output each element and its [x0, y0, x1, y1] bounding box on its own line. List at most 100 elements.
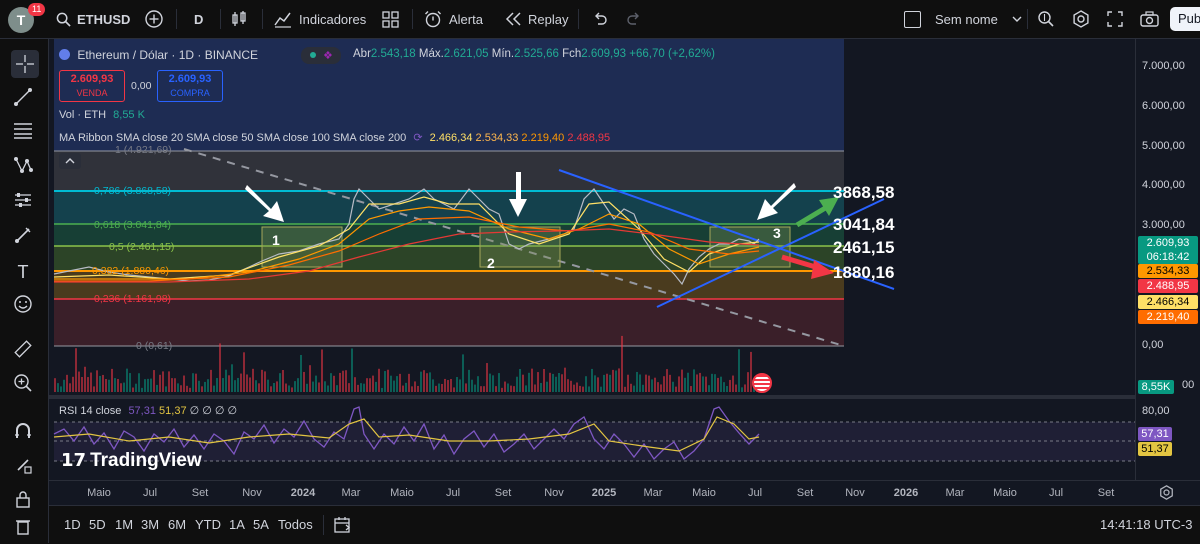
time-axis[interactable]: Maio Jul Set Nov 2024 Mar Maio Jul Set N… [49, 480, 1200, 505]
volume-bar [339, 372, 341, 392]
axis-settings-button[interactable] [1159, 485, 1174, 503]
volume-bar [672, 381, 674, 392]
volume-bar [387, 369, 389, 392]
symbol-search-button[interactable]: ETHUSD [56, 0, 130, 38]
time-label: Set [1097, 487, 1115, 499]
crosshair-icon[interactable] [11, 50, 39, 78]
lock-pencil-icon[interactable] [11, 455, 35, 479]
zone-label-1: 1 [272, 232, 280, 248]
range-1y-button[interactable]: 1A [229, 517, 245, 532]
volume-bar [366, 378, 368, 392]
volume-bar [537, 372, 539, 392]
volume-bar [633, 385, 635, 392]
pane-divider[interactable] [49, 395, 1135, 399]
zoom-search-icon [1038, 11, 1054, 27]
volume-bar [516, 376, 518, 392]
goto-date-button[interactable] [334, 516, 352, 536]
market-status-pill[interactable]: ❖ [301, 47, 341, 64]
ma-ribbon-legend[interactable]: MA Ribbon SMA close 20 SMA close 50 SMA … [59, 131, 610, 144]
time-label: Maio [692, 487, 716, 499]
volume-bar [732, 375, 734, 392]
zoom-in-icon[interactable] [11, 373, 35, 397]
range-5d-button[interactable]: 5D [89, 517, 106, 532]
interval-button[interactable]: D [194, 0, 203, 38]
clock-timezone[interactable]: 14:41:18 UTC-3 [1100, 517, 1193, 532]
chart-pane[interactable]: Ethereum / Dólar · 1D · BINANCE ❖ Abr2.5… [49, 39, 1135, 480]
zone-label-3: 3 [773, 225, 781, 241]
volume-bar [534, 384, 536, 392]
volume-bar [468, 369, 470, 392]
rsi-extra-values: ∅ ∅ ∅ ∅ [189, 405, 238, 417]
volume-bar [726, 386, 728, 392]
bottom-toolbar: 1D 5D 1M 3M 6M YTD 1A 5A Todos 14:41:18 … [49, 505, 1200, 544]
symbol-legend[interactable]: Ethereum / Dólar · 1D · BINANCE [59, 48, 258, 62]
collapse-legend-button[interactable] [59, 153, 81, 169]
rsi-scale-label: 80,00 [1142, 405, 1170, 417]
alert-button[interactable]: Alerta [424, 0, 483, 38]
indicators-button[interactable]: Indicadores [274, 0, 366, 38]
volume-bar [531, 368, 533, 392]
volume-bar [327, 385, 329, 392]
range-ytd-button[interactable]: YTD [195, 517, 221, 532]
emoji-icon[interactable] [11, 294, 35, 318]
trend-line-icon[interactable] [11, 87, 35, 111]
text-tool-icon[interactable]: T [11, 260, 35, 284]
camera-icon [1140, 11, 1159, 27]
volume-bar [639, 374, 641, 392]
range-5y-button[interactable]: 5A [253, 517, 269, 532]
brush-icon[interactable] [11, 225, 35, 249]
price-scale[interactable]: 7.000,00 6.000,00 5.000,00 4.000,00 3.00… [1135, 39, 1200, 480]
snapshot-button[interactable] [1140, 0, 1159, 38]
tradingview-watermark[interactable]: 𝟭𝟳 TradingView [61, 450, 202, 472]
publish-button[interactable]: Pub [1170, 7, 1200, 31]
layout-name-button[interactable]: Sem nome [904, 0, 1022, 38]
time-label: Maio [390, 487, 414, 499]
volume-bar [288, 385, 290, 392]
volume-bar [747, 372, 749, 392]
volume-bar [555, 376, 557, 392]
lock-icon[interactable] [11, 489, 35, 513]
rsi-legend[interactable]: RSI 14 close 57,31 51,37 ∅ ∅ ∅ ∅ [59, 404, 237, 417]
horizontal-lines-icon[interactable] [11, 120, 35, 144]
us-flag-icon[interactable] [752, 373, 772, 393]
undo-button[interactable] [592, 0, 608, 38]
templates-button[interactable] [382, 0, 399, 38]
ruler-icon[interactable] [11, 339, 35, 363]
fullscreen-button[interactable] [1107, 0, 1123, 38]
toolbar-separator [323, 515, 324, 535]
toolbar-separator [220, 9, 221, 29]
fib-zone-0786 [54, 191, 844, 224]
magnet-icon[interactable] [11, 421, 35, 445]
range-3m-button[interactable]: 3M [141, 517, 159, 532]
chart-type-button[interactable] [230, 0, 248, 38]
volume-legend[interactable]: Vol · ETH 8,55 K [59, 109, 145, 121]
fib-label-05: 0,5 (2.461,15) [109, 241, 175, 253]
range-1d-button[interactable]: 1D [64, 517, 81, 532]
trash-icon[interactable] [11, 516, 35, 540]
quick-search-button[interactable] [1037, 0, 1055, 38]
volume-bar [579, 385, 581, 392]
settings-sliders-icon[interactable] [11, 190, 35, 214]
volume-bar [108, 379, 110, 392]
volume-bar [336, 385, 338, 392]
rsi-signal-tag: 51,37 [1138, 442, 1172, 456]
range-6m-button[interactable]: 6M [168, 517, 186, 532]
replay-button[interactable]: Replay [505, 0, 568, 38]
volume-bar [186, 385, 188, 392]
volume-bar [159, 374, 161, 392]
range-1m-button[interactable]: 1M [115, 517, 133, 532]
volume-bar [231, 364, 233, 392]
buy-price: 2.609,93 [168, 73, 212, 85]
time-label: Nov [242, 487, 262, 499]
compare-symbol-button[interactable] [145, 0, 163, 38]
pattern-nodes-icon[interactable] [11, 155, 35, 179]
time-label-year: 2025 [591, 487, 617, 499]
volume-bar [69, 383, 71, 392]
settings-button[interactable] [1072, 0, 1090, 38]
redo-button[interactable] [626, 0, 642, 38]
range-all-button[interactable]: Todos [278, 517, 313, 532]
buy-button[interactable]: 2.609,93 COMPRA [157, 70, 223, 102]
sell-button[interactable]: 2.609,93 VENDA [59, 70, 125, 102]
grid-icon [382, 10, 399, 28]
rewind-icon [505, 12, 521, 26]
